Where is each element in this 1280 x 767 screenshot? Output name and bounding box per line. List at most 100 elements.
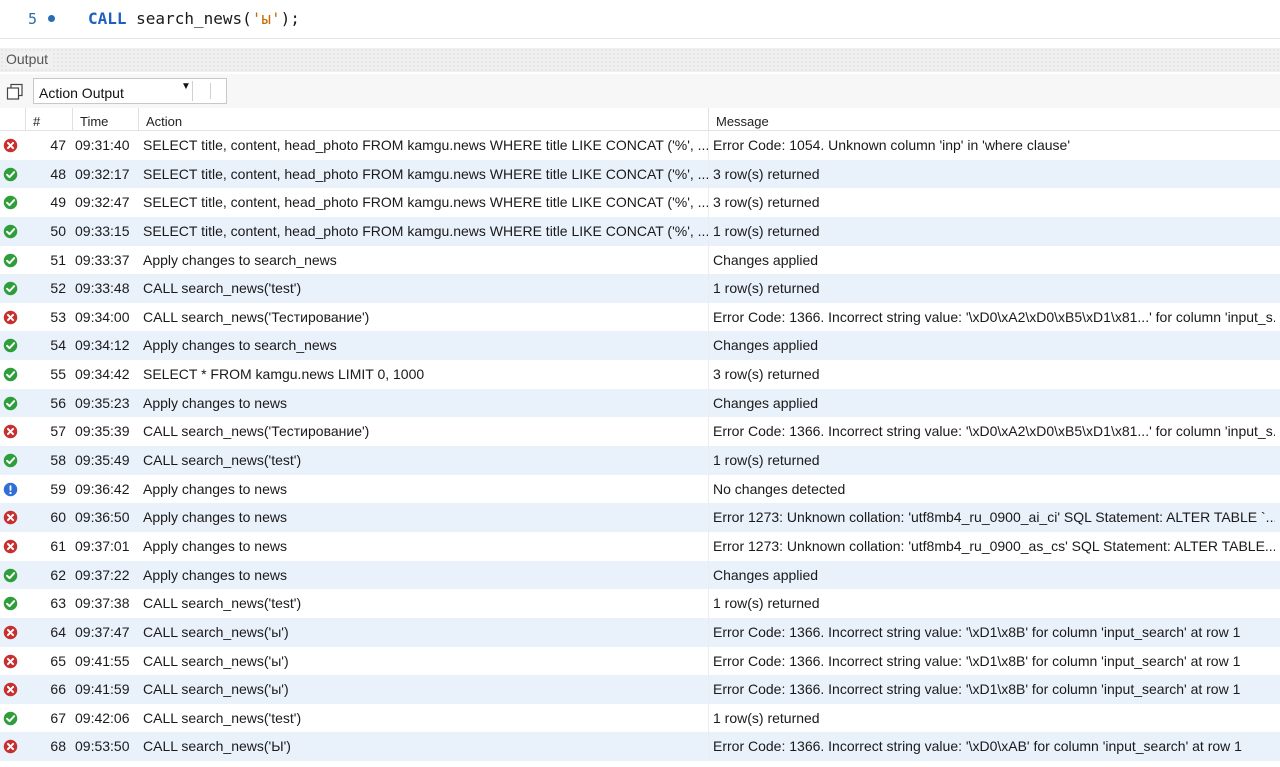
row-action: SELECT title, content, head_photo FROM k… [143, 194, 708, 211]
select-divider [192, 81, 193, 101]
table-row[interactable]: 51 09:33:37 Apply changes to search_news Ch… [0, 245, 1280, 275]
row-action: CALL search_news('test') [143, 595, 302, 612]
table-row[interactable]: 53 09:34:00 CALL search_news('Тестирование… [0, 302, 1280, 332]
row-time: 09:37:38 [75, 595, 130, 612]
output-type-select[interactable]: Action Output ▼ [33, 78, 227, 104]
table-row[interactable]: 68 09:53:50 CALL search_news('Ы') Error Cod… [0, 732, 1280, 762]
row-number: 55 [50, 366, 66, 383]
row-message: Error 1273: Unknown collation: 'utf8mb4_… [713, 509, 1275, 526]
row-number: 52 [50, 280, 66, 297]
row-action: SELECT title, content, head_photo FROM k… [143, 137, 708, 153]
row-number: 64 [50, 623, 66, 640]
table-row[interactable]: 66 09:41:59 CALL search_news('ы') Error Cod… [0, 675, 1280, 704]
table-row[interactable]: 67 09:42:06 CALL search_news('test') 1 row(… [0, 703, 1280, 733]
row-number: 63 [50, 595, 66, 612]
table-row[interactable]: 60 09:36:50 Apply changes to news Error 127… [0, 503, 1280, 532]
success-icon [3, 396, 18, 411]
table-row[interactable]: 62 09:37:22 Apply changes to news Changes a… [0, 560, 1280, 590]
success-icon [3, 224, 18, 239]
row-number: 47 [50, 137, 66, 153]
error-icon [3, 739, 18, 754]
table-row[interactable]: 49 09:32:47 SELECT title, content, head_ph… [0, 188, 1280, 217]
copy-icon[interactable] [6, 83, 24, 101]
chevron-down-icon[interactable]: ▼ [181, 81, 191, 92]
column-divider [708, 360, 709, 389]
column-header-num[interactable]: # [33, 114, 40, 129]
column-divider[interactable] [25, 108, 26, 130]
column-header-action[interactable]: Action [146, 114, 182, 129]
column-divider [708, 131, 709, 160]
row-time: 09:37:47 [75, 623, 130, 640]
row-action: Apply changes to news [143, 480, 287, 497]
success-icon [3, 281, 18, 296]
row-number: 50 [50, 222, 66, 239]
success-icon [3, 568, 18, 583]
column-divider[interactable] [138, 108, 139, 130]
table-row[interactable]: 61 09:37:01 Apply changes to news Error 127… [0, 531, 1280, 561]
sql-editor[interactable]: 5 CALL search_news('ы'); [0, 0, 1280, 39]
row-message: Error Code: 1366. Incorrect string value… [713, 681, 1241, 698]
line-number: 5 [28, 10, 38, 28]
table-row[interactable]: 57 09:35:39 CALL search_news('Тестирование… [0, 417, 1280, 447]
row-number: 58 [50, 452, 66, 469]
column-header-message[interactable]: Message [716, 114, 769, 129]
row-message: 1 row(s) returned [713, 222, 820, 239]
row-time: 09:36:42 [75, 480, 130, 497]
row-action: SELECT title, content, head_photo FROM k… [143, 222, 708, 239]
row-time: 09:35:23 [75, 394, 130, 411]
row-action: Apply changes to search_news [143, 337, 337, 354]
row-action: SELECT title, content, head_photo FROM k… [143, 165, 708, 182]
row-number: 57 [50, 423, 66, 440]
row-message: Error 1273: Unknown collation: 'utf8mb4_… [713, 537, 1275, 554]
error-icon [3, 654, 18, 669]
column-divider [708, 216, 709, 246]
error-icon [3, 424, 18, 439]
column-divider [708, 302, 709, 332]
row-message: 1 row(s) returned [713, 280, 820, 297]
row-number: 56 [50, 394, 66, 411]
table-row[interactable]: 50 09:33:15 SELECT title, content, head_ph… [0, 216, 1280, 246]
row-message: Error Code: 1366. Incorrect string value… [713, 623, 1241, 640]
row-number: 59 [50, 480, 66, 497]
table-row[interactable]: 55 09:34:42 SELECT * FROM kamgu.news LIMIT… [0, 360, 1280, 389]
table-row[interactable]: 56 09:35:23 Apply changes to news Changes a… [0, 388, 1280, 418]
row-number: 62 [50, 566, 66, 583]
table-row[interactable]: 59 09:36:42 Apply changes to news No change… [0, 474, 1280, 504]
column-divider[interactable] [708, 108, 709, 130]
table-row[interactable]: 54 09:34:12 Apply changes to search_news Ch… [0, 331, 1280, 361]
column-divider [708, 331, 709, 361]
column-header-time[interactable]: Time [80, 114, 108, 129]
table-row[interactable]: 47 09:31:40 SELECT title, content, head_ph… [0, 131, 1280, 160]
row-time: 09:36:50 [75, 509, 130, 526]
row-message: 3 row(s) returned [713, 366, 820, 383]
row-message: No changes detected [713, 480, 846, 497]
row-message: Error Code: 1054. Unknown column 'inp' i… [713, 137, 1070, 153]
row-action: CALL search_news('ы') [143, 652, 289, 669]
row-message: Changes applied [713, 337, 819, 354]
select-divider [210, 83, 211, 99]
success-icon [3, 453, 18, 468]
column-divider [708, 646, 709, 676]
action-output-grid[interactable]: # Time Action Message 47 09:31:40 SELECT t… [0, 108, 1280, 767]
table-row[interactable]: 52 09:33:48 CALL search_news('test') 1 row(… [0, 274, 1280, 303]
column-divider[interactable] [72, 108, 73, 130]
row-time: 09:34:00 [75, 308, 130, 325]
table-row[interactable]: 58 09:35:49 CALL search_news('test') 1 row(… [0, 446, 1280, 475]
table-row[interactable]: 63 09:37:38 CALL search_news('test') 1 row(… [0, 589, 1280, 618]
row-time: 09:41:59 [75, 681, 130, 698]
code-string: 'ы' [251, 9, 281, 28]
code-keyword: CALL [88, 9, 127, 28]
code-line[interactable]: CALL search_news('ы'); [88, 9, 300, 28]
success-icon [3, 367, 18, 382]
table-row[interactable]: 48 09:32:17 SELECT title, content, head_ph… [0, 159, 1280, 189]
grid-header: # Time Action Message [0, 108, 1280, 131]
row-message: 1 row(s) returned [713, 452, 820, 469]
row-message: 3 row(s) returned [713, 165, 820, 182]
column-divider [708, 388, 709, 418]
error-icon [3, 310, 18, 325]
success-icon [3, 253, 18, 268]
table-row[interactable]: 65 09:41:55 CALL search_news('ы') Error Cod… [0, 646, 1280, 676]
output-panel-title: Output [6, 51, 53, 67]
table-row[interactable]: 64 09:37:47 CALL search_news('ы') Error Cod… [0, 617, 1280, 647]
column-divider [708, 188, 709, 217]
